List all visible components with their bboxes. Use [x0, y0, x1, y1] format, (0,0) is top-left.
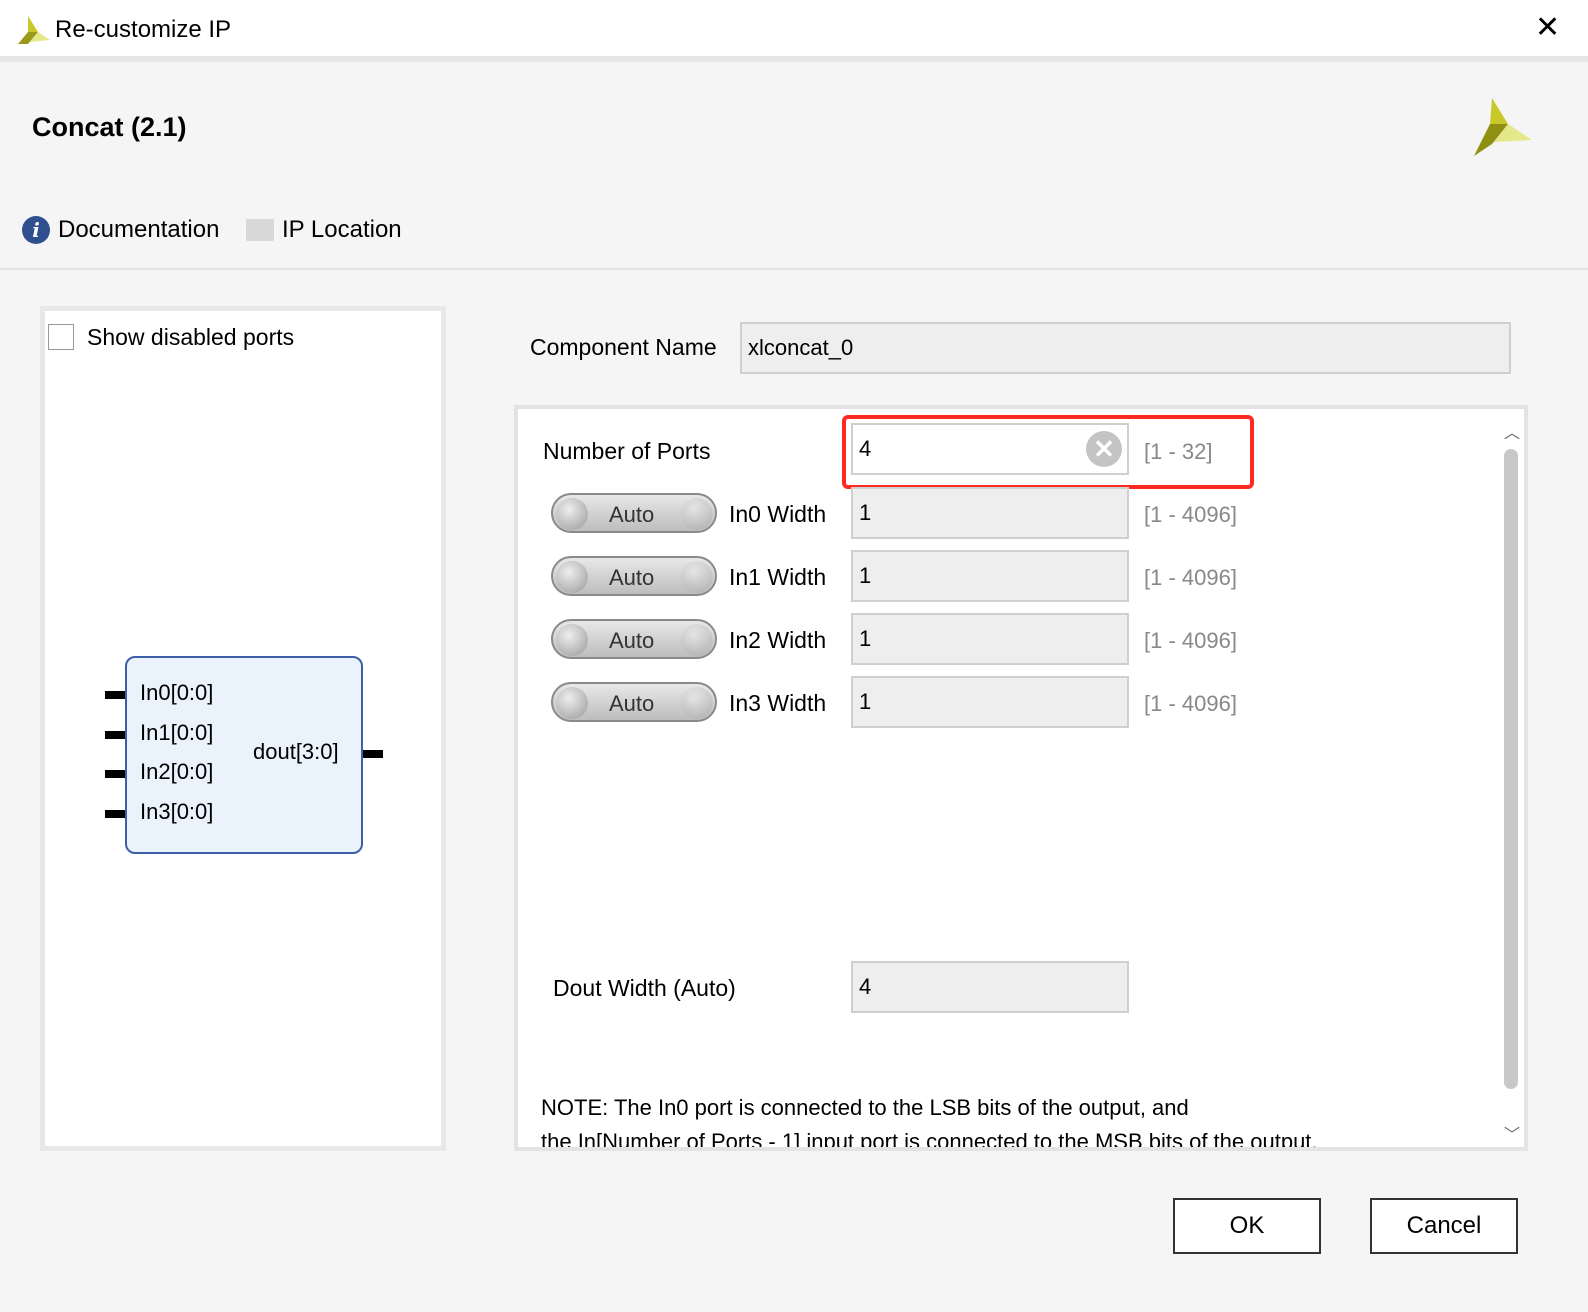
output-port-label: dout[3:0]: [253, 739, 339, 764]
ip-location-label: IP Location: [282, 216, 402, 243]
scrollbar-thumb[interactable]: [1504, 449, 1518, 1089]
scroll-up-icon[interactable]: ︿: [1504, 419, 1520, 443]
pin-in3: [105, 810, 125, 818]
in0-width-range: [1 - 4096]: [1144, 502, 1237, 527]
title-bar: [0, 0, 1588, 62]
show-disabled-ports-checkbox[interactable]: [48, 324, 74, 350]
in1-width-input[interactable]: 1: [851, 550, 1129, 602]
in0-width-label: In0 Width: [729, 501, 827, 527]
in2-width-label: In2 Width: [729, 627, 827, 653]
window-title: Re-customize IP: [55, 16, 232, 43]
dout-width-label: Dout Width (Auto): [553, 975, 736, 1001]
in2-auto-toggle[interactable]: Auto: [551, 619, 717, 659]
component-name-input[interactable]: xlconcat_0: [740, 322, 1511, 374]
pin-dout: [363, 750, 383, 758]
folder-icon: [246, 219, 274, 241]
port-label: In1[0:0]: [140, 720, 214, 745]
note-line-2: the In[Number of Ports - 1] input port i…: [541, 1129, 1318, 1151]
close-icon[interactable]: ✕: [1535, 10, 1560, 45]
port-label: In3[0:0]: [140, 799, 214, 824]
in2-width-range: [1 - 4096]: [1144, 628, 1237, 653]
xilinx-logo-icon: [1474, 98, 1532, 156]
in3-width-label: In3 Width: [729, 690, 827, 716]
in3-width-range: [1 - 4096]: [1144, 691, 1237, 716]
in1-width-label: In1 Width: [729, 564, 827, 590]
ip-location-link[interactable]: IP Location: [246, 216, 402, 244]
num-ports-label: Number of Ports: [543, 438, 711, 464]
divider: [0, 268, 1588, 270]
num-ports-range: [1 - 32]: [1144, 439, 1213, 464]
pin-in1: [105, 731, 125, 739]
port-label: In2[0:0]: [140, 759, 214, 784]
app-logo-icon: [18, 16, 50, 44]
in2-width-input[interactable]: 1: [851, 613, 1129, 665]
port-label: In0[0:0]: [140, 680, 214, 705]
in3-auto-toggle[interactable]: Auto: [551, 682, 717, 722]
in1-width-range: [1 - 4096]: [1144, 565, 1237, 590]
show-disabled-ports-label: Show disabled ports: [87, 324, 295, 350]
component-name-label: Component Name: [530, 334, 717, 360]
info-icon: i: [22, 216, 50, 244]
scroll-down-icon[interactable]: ﹀: [1504, 1121, 1520, 1145]
pin-in0: [105, 691, 125, 699]
cancel-button[interactable]: Cancel: [1370, 1198, 1518, 1254]
clear-icon[interactable]: ✕: [1086, 431, 1122, 467]
ok-button[interactable]: OK: [1173, 1198, 1321, 1254]
documentation-link[interactable]: i Documentation: [22, 216, 219, 244]
in0-auto-toggle[interactable]: Auto: [551, 493, 717, 533]
documentation-label: Documentation: [58, 216, 220, 243]
in0-width-input[interactable]: 1: [851, 487, 1129, 539]
note-line-1: NOTE: The In0 port is connected to the L…: [541, 1095, 1189, 1120]
in1-auto-toggle[interactable]: Auto: [551, 556, 717, 596]
parameters-panel: Number of Ports 4 ✕ [1 - 32] Auto In0 Wi…: [514, 405, 1528, 1151]
dout-width-input: 4: [851, 961, 1129, 1013]
in3-width-input[interactable]: 1: [851, 676, 1129, 728]
pin-in2: [105, 770, 125, 778]
ip-title: Concat (2.1): [32, 112, 187, 142]
